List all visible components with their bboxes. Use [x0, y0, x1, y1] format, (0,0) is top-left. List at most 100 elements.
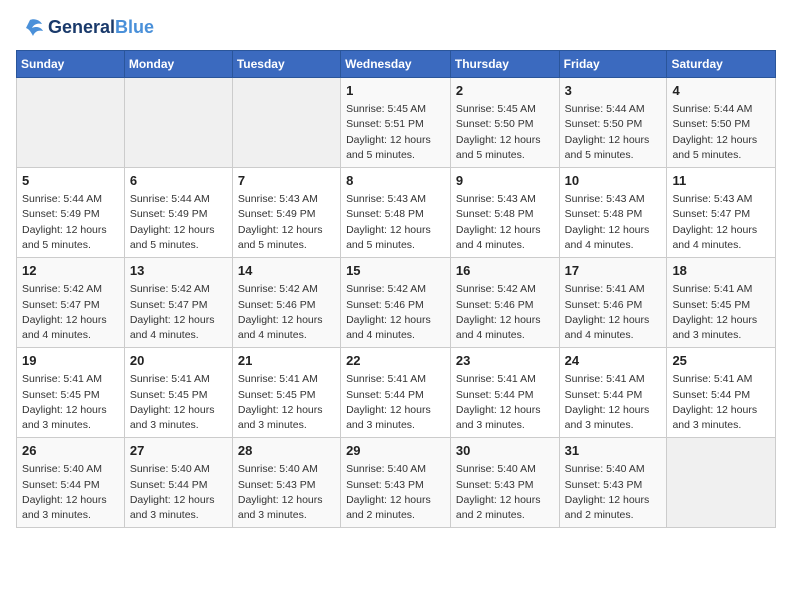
calendar-cell: [124, 78, 232, 168]
day-number: 23: [456, 352, 554, 370]
calendar-cell: 12 Sunrise: 5:42 AM Sunset: 5:47 PM Dayli…: [17, 258, 125, 348]
calendar-cell: 15 Sunrise: 5:42 AM Sunset: 5:46 PM Dayli…: [341, 258, 451, 348]
calendar-cell: 9 Sunrise: 5:43 AM Sunset: 5:48 PM Daylig…: [450, 168, 559, 258]
day-info: Sunrise: 5:45 AM Sunset: 5:51 PM Dayligh…: [346, 102, 445, 163]
day-info: Sunrise: 5:40 AM Sunset: 5:43 PM Dayligh…: [346, 462, 445, 523]
calendar-cell: 25 Sunrise: 5:41 AM Sunset: 5:44 PM Dayli…: [667, 348, 776, 438]
day-number: 31: [565, 442, 662, 460]
calendar-cell: 19 Sunrise: 5:41 AM Sunset: 5:45 PM Dayli…: [17, 348, 125, 438]
calendar-cell: 29Sunrise: 5:40 AM Sunset: 5:43 PM Dayli…: [341, 438, 451, 528]
day-number: 4: [672, 82, 770, 100]
calendar-cell: 8Sunrise: 5:43 AM Sunset: 5:48 PM Daylig…: [341, 168, 451, 258]
weekday-header: Sunday: [17, 51, 125, 78]
calendar-cell: [17, 78, 125, 168]
calendar-cell: 22Sunrise: 5:41 AM Sunset: 5:44 PM Dayli…: [341, 348, 451, 438]
day-info: Sunrise: 5:40 AM Sunset: 5:43 PM Dayligh…: [565, 462, 662, 523]
day-info: Sunrise: 5:44 AM Sunset: 5:49 PM Dayligh…: [22, 192, 119, 253]
day-info: Sunrise: 5:40 AM Sunset: 5:44 PM Dayligh…: [130, 462, 227, 523]
calendar-cell: 6 Sunrise: 5:44 AM Sunset: 5:49 PM Daylig…: [124, 168, 232, 258]
day-info: Sunrise: 5:41 AM Sunset: 5:44 PM Dayligh…: [565, 372, 662, 433]
calendar-cell: 4 Sunrise: 5:44 AM Sunset: 5:50 PM Daylig…: [667, 78, 776, 168]
day-number: 26: [22, 442, 119, 460]
calendar-cell: 16 Sunrise: 5:42 AM Sunset: 5:46 PM Dayli…: [450, 258, 559, 348]
calendar-cell: 2Sunrise: 5:45 AM Sunset: 5:50 PM Daylig…: [450, 78, 559, 168]
calendar-cell: [232, 78, 340, 168]
calendar-week: 1 Sunrise: 5:45 AM Sunset: 5:51 PM Daylig…: [17, 78, 776, 168]
calendar-cell: 11Sunrise: 5:43 AM Sunset: 5:47 PM Dayli…: [667, 168, 776, 258]
day-info: Sunrise: 5:40 AM Sunset: 5:44 PM Dayligh…: [22, 462, 119, 523]
day-number: 25: [672, 352, 770, 370]
day-info: Sunrise: 5:41 AM Sunset: 5:45 PM Dayligh…: [672, 282, 770, 343]
day-number: 18: [672, 262, 770, 280]
day-number: 28: [238, 442, 335, 460]
day-info: Sunrise: 5:42 AM Sunset: 5:46 PM Dayligh…: [346, 282, 445, 343]
calendar-table: SundayMondayTuesdayWednesdayThursdayFrid…: [16, 50, 776, 528]
day-info: Sunrise: 5:41 AM Sunset: 5:46 PM Dayligh…: [565, 282, 662, 343]
day-number: 5: [22, 172, 119, 190]
calendar-cell: 23 Sunrise: 5:41 AM Sunset: 5:44 PM Dayli…: [450, 348, 559, 438]
day-info: Sunrise: 5:43 AM Sunset: 5:48 PM Dayligh…: [456, 192, 554, 253]
day-number: 10: [565, 172, 662, 190]
calendar-cell: 31 Sunrise: 5:40 AM Sunset: 5:43 PM Dayli…: [559, 438, 667, 528]
day-number: 9: [456, 172, 554, 190]
day-number: 17: [565, 262, 662, 280]
day-info: Sunrise: 5:41 AM Sunset: 5:45 PM Dayligh…: [238, 372, 335, 433]
day-info: Sunrise: 5:43 AM Sunset: 5:47 PM Dayligh…: [672, 192, 770, 253]
day-info: Sunrise: 5:40 AM Sunset: 5:43 PM Dayligh…: [456, 462, 554, 523]
day-number: 16: [456, 262, 554, 280]
weekday-header: Thursday: [450, 51, 559, 78]
day-number: 6: [130, 172, 227, 190]
weekday-header: Monday: [124, 51, 232, 78]
day-number: 1: [346, 82, 445, 100]
calendar-cell: 24 Sunrise: 5:41 AM Sunset: 5:44 PM Dayli…: [559, 348, 667, 438]
day-number: 14: [238, 262, 335, 280]
day-number: 21: [238, 352, 335, 370]
day-info: Sunrise: 5:43 AM Sunset: 5:49 PM Dayligh…: [238, 192, 335, 253]
day-number: 12: [22, 262, 119, 280]
day-number: 22: [346, 352, 445, 370]
day-info: Sunrise: 5:43 AM Sunset: 5:48 PM Dayligh…: [565, 192, 662, 253]
calendar-week: 26 Sunrise: 5:40 AM Sunset: 5:44 PM Dayli…: [17, 438, 776, 528]
weekday-header: Wednesday: [341, 51, 451, 78]
day-number: 2: [456, 82, 554, 100]
calendar-cell: 27 Sunrise: 5:40 AM Sunset: 5:44 PM Dayli…: [124, 438, 232, 528]
day-info: Sunrise: 5:42 AM Sunset: 5:47 PM Dayligh…: [130, 282, 227, 343]
day-number: 15: [346, 262, 445, 280]
page-header: GeneralBlue: [16, 16, 776, 40]
calendar-cell: 10 Sunrise: 5:43 AM Sunset: 5:48 PM Dayli…: [559, 168, 667, 258]
day-number: 27: [130, 442, 227, 460]
calendar-cell: 13 Sunrise: 5:42 AM Sunset: 5:47 PM Dayli…: [124, 258, 232, 348]
weekday-header: Tuesday: [232, 51, 340, 78]
calendar-header: SundayMondayTuesdayWednesdayThursdayFrid…: [17, 51, 776, 78]
calendar-cell: [667, 438, 776, 528]
day-info: Sunrise: 5:41 AM Sunset: 5:45 PM Dayligh…: [22, 372, 119, 433]
calendar-week: 12 Sunrise: 5:42 AM Sunset: 5:47 PM Dayli…: [17, 258, 776, 348]
calendar-cell: 3Sunrise: 5:44 AM Sunset: 5:50 PM Daylig…: [559, 78, 667, 168]
day-info: Sunrise: 5:42 AM Sunset: 5:46 PM Dayligh…: [456, 282, 554, 343]
calendar-cell: 20 Sunrise: 5:41 AM Sunset: 5:45 PM Dayli…: [124, 348, 232, 438]
day-info: Sunrise: 5:44 AM Sunset: 5:49 PM Dayligh…: [130, 192, 227, 253]
day-info: Sunrise: 5:41 AM Sunset: 5:44 PM Dayligh…: [672, 372, 770, 433]
day-number: 13: [130, 262, 227, 280]
calendar-cell: 28Sunrise: 5:40 AM Sunset: 5:43 PM Dayli…: [232, 438, 340, 528]
calendar-week: 5 Sunrise: 5:44 AM Sunset: 5:49 PM Daylig…: [17, 168, 776, 258]
calendar-cell: 30Sunrise: 5:40 AM Sunset: 5:43 PM Dayli…: [450, 438, 559, 528]
weekday-header: Friday: [559, 51, 667, 78]
logo-text: GeneralBlue: [48, 18, 154, 38]
calendar-body: 1 Sunrise: 5:45 AM Sunset: 5:51 PM Daylig…: [17, 78, 776, 528]
day-info: Sunrise: 5:41 AM Sunset: 5:44 PM Dayligh…: [456, 372, 554, 433]
day-number: 20: [130, 352, 227, 370]
day-number: 7: [238, 172, 335, 190]
calendar-week: 19 Sunrise: 5:41 AM Sunset: 5:45 PM Dayli…: [17, 348, 776, 438]
logo: GeneralBlue: [16, 16, 154, 40]
calendar-cell: 17 Sunrise: 5:41 AM Sunset: 5:46 PM Dayli…: [559, 258, 667, 348]
day-number: 19: [22, 352, 119, 370]
day-info: Sunrise: 5:44 AM Sunset: 5:50 PM Dayligh…: [672, 102, 770, 163]
calendar-cell: 21 Sunrise: 5:41 AM Sunset: 5:45 PM Dayli…: [232, 348, 340, 438]
day-info: Sunrise: 5:41 AM Sunset: 5:45 PM Dayligh…: [130, 372, 227, 433]
day-number: 24: [565, 352, 662, 370]
logo-icon: [16, 16, 44, 40]
calendar-cell: 5 Sunrise: 5:44 AM Sunset: 5:49 PM Daylig…: [17, 168, 125, 258]
day-info: Sunrise: 5:42 AM Sunset: 5:47 PM Dayligh…: [22, 282, 119, 343]
calendar-cell: 18 Sunrise: 5:41 AM Sunset: 5:45 PM Dayli…: [667, 258, 776, 348]
